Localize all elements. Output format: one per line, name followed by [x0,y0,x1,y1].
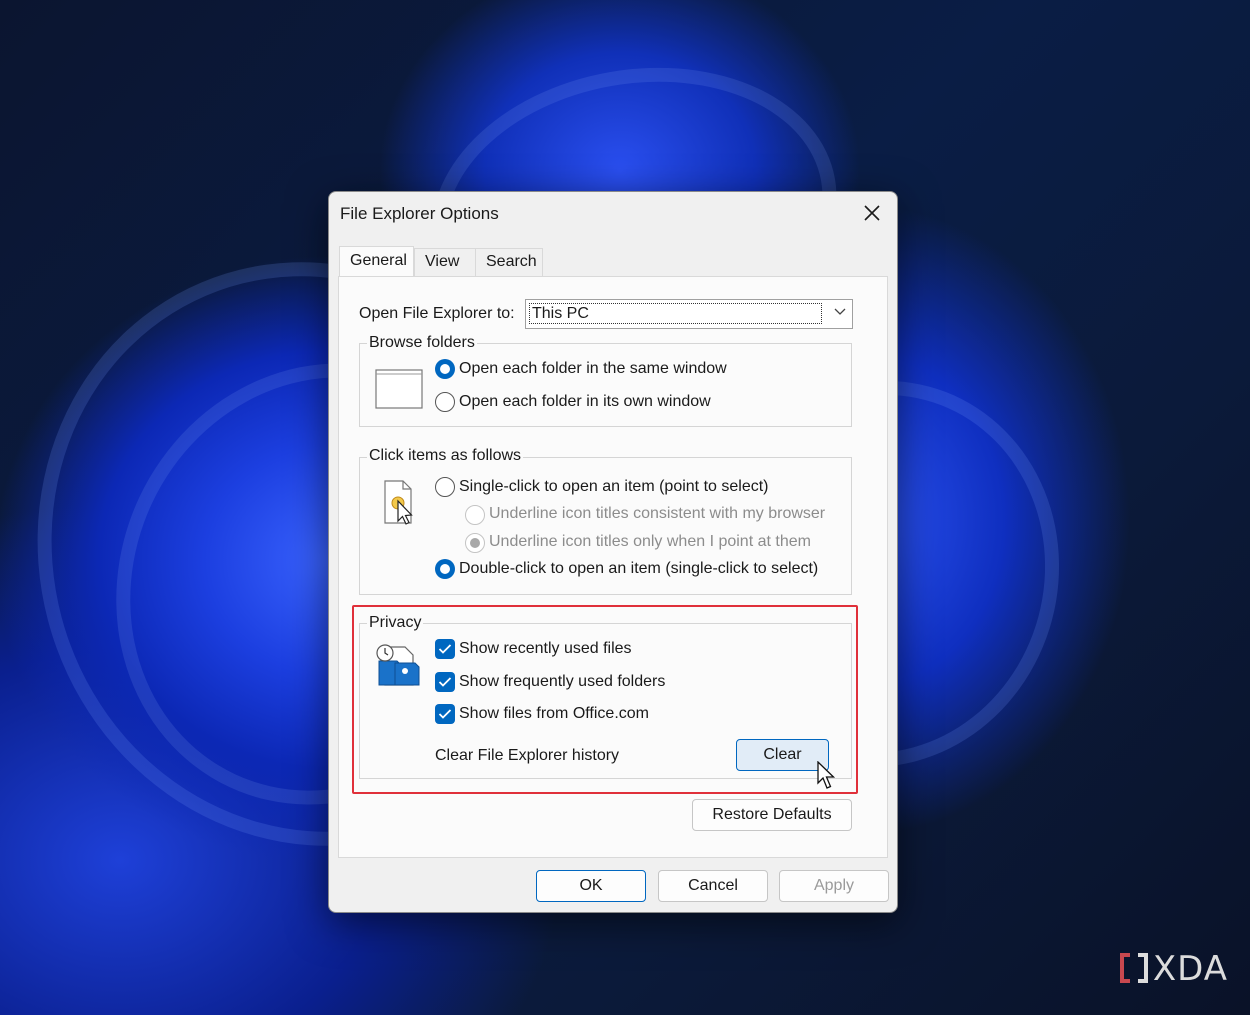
same-window-radio[interactable] [435,359,455,379]
open-to-value: This PC [529,303,822,324]
apply-button: Apply [779,870,889,902]
browse-folders-title: Browse folders [367,334,477,352]
ok-label: OK [579,877,603,894]
apply-label: Apply [813,877,855,894]
double-click-radio[interactable] [435,559,455,579]
window-icon [375,369,423,409]
close-button[interactable] [855,198,889,228]
underline-point-radio [465,533,485,553]
click-document-icon [384,480,413,525]
same-window-label[interactable]: Open each folder in the same window [459,360,727,378]
cancel-label: Cancel [688,877,738,894]
xda-watermark: XDA [1119,949,1228,989]
own-window-radio[interactable] [435,392,455,412]
browse-folders-group [359,343,852,427]
window-title: File Explorer Options [340,204,499,223]
xda-brand: XDA [1152,949,1228,989]
double-click-label[interactable]: Double-click to open an item (single-cli… [459,560,818,578]
tab-label: View [425,253,460,270]
single-click-radio[interactable] [435,477,455,497]
click-items-title: Click items as follows [367,447,524,465]
tab-general[interactable]: General [339,246,414,278]
xda-logo-icon [1119,953,1148,983]
close-icon [864,205,880,221]
underline-consistent-radio [465,505,485,525]
restore-defaults-label: Restore Defaults [712,806,832,823]
open-to-dropdown[interactable]: This PC [525,299,853,329]
chevron-down-icon [834,308,846,315]
title-bar[interactable]: File Explorer Options [329,192,897,236]
restore-defaults-button[interactable]: Restore Defaults [692,799,852,831]
tab-view[interactable]: View [414,248,476,276]
file-explorer-options-dialog: File Explorer Options General View Searc… [328,191,898,913]
tab-search[interactable]: Search [475,248,543,276]
tab-label: Search [486,253,537,270]
ok-button[interactable]: OK [536,870,646,902]
privacy-highlight-box [352,605,858,794]
open-to-label: Open File Explorer to: [359,305,515,322]
underline-point-label: Underline icon titles only when I point … [489,533,811,550]
cancel-button[interactable]: Cancel [658,870,768,902]
tab-label: General [350,252,407,269]
own-window-label[interactable]: Open each folder in its own window [459,393,711,411]
underline-consistent-label: Underline icon titles consistent with my… [489,505,826,522]
single-click-label[interactable]: Single-click to open an item (point to s… [459,478,768,496]
